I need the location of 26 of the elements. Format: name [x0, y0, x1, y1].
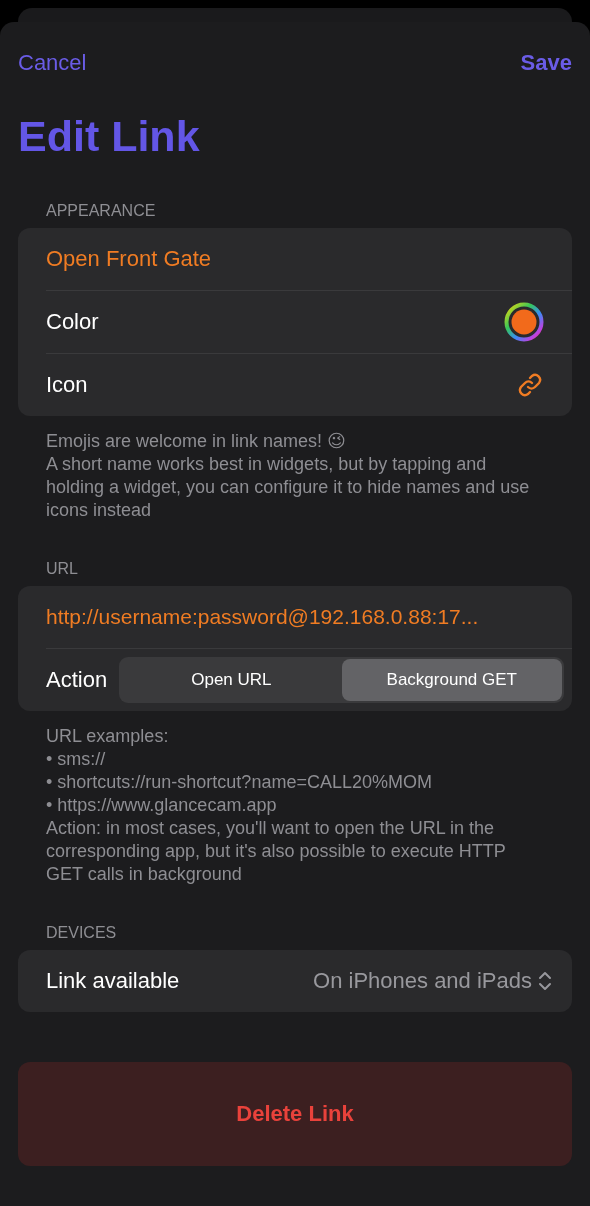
page-title: Edit Link	[18, 111, 201, 162]
segment[interactable]: Open URL	[121, 659, 342, 701]
section-header: DEVICES	[46, 923, 118, 943]
row-label: Action	[46, 667, 108, 693]
url-value[interactable]: http://username:password@192.168.0.88:17...	[46, 605, 479, 629]
footer-text: • https://www.glancecam.app	[46, 794, 278, 817]
footer-text: Emojis are welcome in link names! 😉	[46, 430, 347, 453]
row-label: Color	[46, 309, 100, 335]
cancel-button[interactable]: Cancel	[18, 50, 87, 76]
footer-text: • sms://	[46, 748, 107, 771]
link-name-value[interactable]: Open Front Gate	[46, 246, 212, 272]
color-well-icon[interactable]	[504, 302, 544, 342]
section-header: APPEARANCE	[46, 201, 157, 221]
save-button[interactable]: Save	[520, 50, 572, 76]
delete-button[interactable]: Delete Link	[18, 1062, 572, 1166]
footer-text: Action: in most cases, you'll want to open the URL in the corresponding app, but it's also possible to execute HTTP GET calls in background	[46, 817, 507, 886]
footer-text: URL examples:	[46, 725, 170, 748]
link-icon[interactable]	[516, 371, 544, 399]
row-label: Link available	[46, 968, 181, 994]
footer-text: • shortcuts://run-shortcut?name=CALL20%MOM	[46, 771, 433, 794]
segment[interactable]: Background GET	[341, 659, 562, 701]
row-label: Icon	[46, 372, 89, 398]
device-picker[interactable]: On iPhones and iPads	[313, 968, 552, 994]
chevron-up-down-icon	[538, 971, 552, 991]
section-header: URL	[46, 559, 79, 579]
footer-text: A short name works best in widgets, but by tapping and holding a widget, you can configure it to hide names and use icons instead	[46, 453, 531, 522]
